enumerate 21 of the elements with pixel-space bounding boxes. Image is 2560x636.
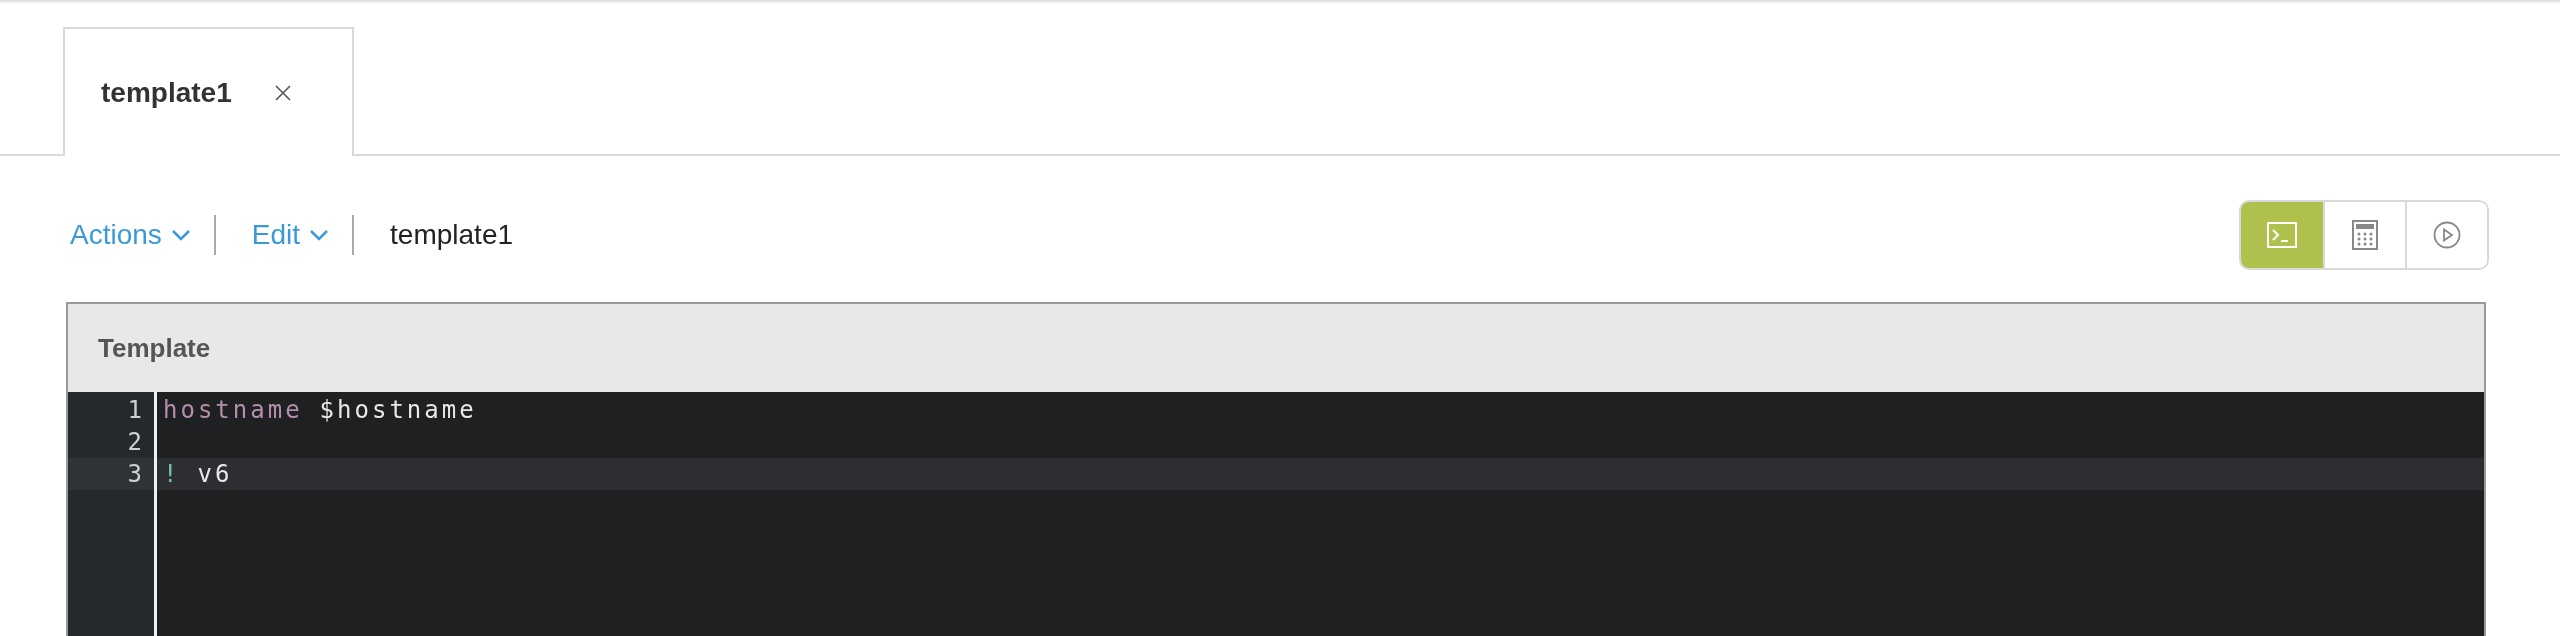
- line-number: 3: [68, 458, 154, 490]
- view-button[interactable]: [2405, 202, 2487, 268]
- code-token: !: [163, 459, 181, 490]
- template-title: template1: [390, 219, 514, 251]
- code-token: hostname: [163, 395, 303, 426]
- menu-button[interactable]: Actions: [70, 219, 190, 251]
- tab-label: template1: [101, 76, 232, 109]
- calculator-icon: [2352, 220, 2378, 250]
- line-number: 1: [126, 395, 143, 426]
- view-button[interactable]: [2241, 202, 2323, 268]
- terminal-icon: [2267, 222, 2297, 248]
- code-token: v6: [197, 459, 233, 490]
- menu-button[interactable]: Edit: [251, 219, 329, 251]
- tab[interactable]: template1: [63, 27, 354, 156]
- line-number: 2: [126, 427, 143, 458]
- close-icon[interactable]: [273, 83, 292, 102]
- code-token: $hostname: [319, 395, 477, 426]
- panel-title: Template: [98, 332, 211, 364]
- chevron-down-icon: [310, 229, 329, 241]
- play-icon: [2433, 221, 2461, 249]
- chevron-down-icon: [171, 229, 190, 241]
